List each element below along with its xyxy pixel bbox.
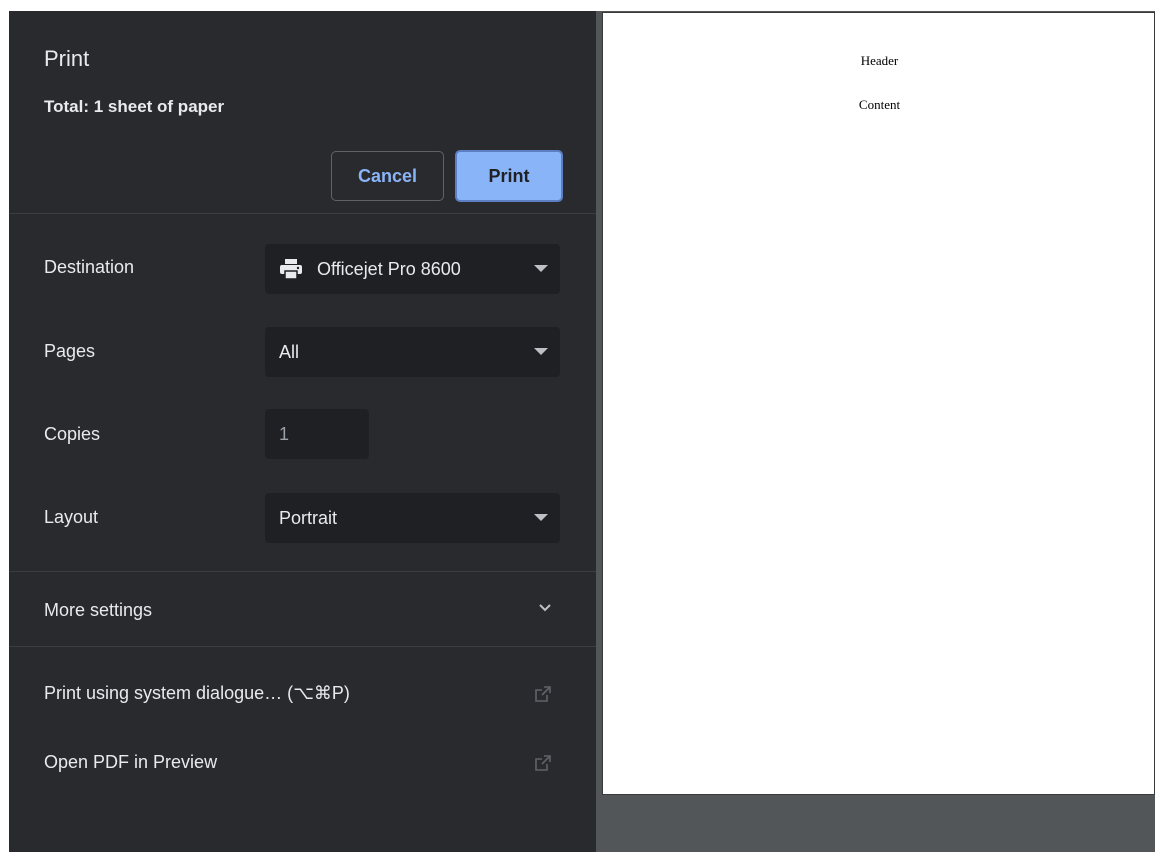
open-external-icon: [535, 686, 551, 702]
layout-label: Layout: [44, 507, 99, 527]
settings-panel: Print Total: 1 sheet of paper Cancel Pri…: [9, 11, 596, 852]
chevron-down-icon: [534, 514, 548, 521]
print-dialog-window: Print Total: 1 sheet of paper Cancel Pri…: [0, 0, 1165, 852]
copies-input[interactable]: 1: [265, 409, 369, 459]
print-preview-area: Header Content: [596, 11, 1165, 852]
destination-label: Destination: [44, 257, 135, 277]
more-settings-label: More settings: [44, 600, 153, 620]
layout-select[interactable]: Portrait: [265, 493, 560, 543]
dialog-title: Print: [44, 46, 90, 71]
chevron-down-icon: [534, 348, 548, 355]
pages-label: Pages: [44, 341, 96, 361]
open-pdf-label: Open PDF in Preview: [44, 752, 218, 772]
divider: [9, 646, 596, 647]
preview-scrollbar[interactable]: [1155, 11, 1165, 852]
copies-label: Copies: [44, 424, 101, 444]
cancel-button[interactable]: Cancel: [331, 151, 444, 201]
pages-value: All: [279, 341, 300, 362]
sheet-summary: Total: 1 sheet of paper: [44, 97, 225, 116]
system-dialog-label: Print using system dialogue… (⌥⌘P): [44, 683, 350, 703]
more-settings-toggle[interactable]: More settings: [9, 572, 596, 647]
open-pdf-link[interactable]: Open PDF in Preview: [9, 742, 596, 786]
preview-page: Header Content: [602, 12, 1155, 795]
divider: [9, 213, 596, 214]
preview-header-text: Header: [860, 53, 899, 68]
system-dialog-link[interactable]: Print using system dialogue… (⌥⌘P): [9, 673, 596, 717]
destination-value: Officejet Pro 8600: [317, 258, 461, 279]
destination-select[interactable]: Officejet Pro 8600: [265, 244, 560, 294]
pages-select[interactable]: All: [265, 327, 560, 377]
layout-value: Portrait: [279, 507, 338, 528]
chevron-down-icon: [539, 604, 551, 612]
chevron-down-icon: [534, 265, 548, 272]
printer-icon: [280, 259, 302, 280]
open-external-icon: [535, 755, 551, 771]
preview-content-text: Content: [858, 97, 901, 112]
print-button[interactable]: Print: [455, 150, 563, 202]
